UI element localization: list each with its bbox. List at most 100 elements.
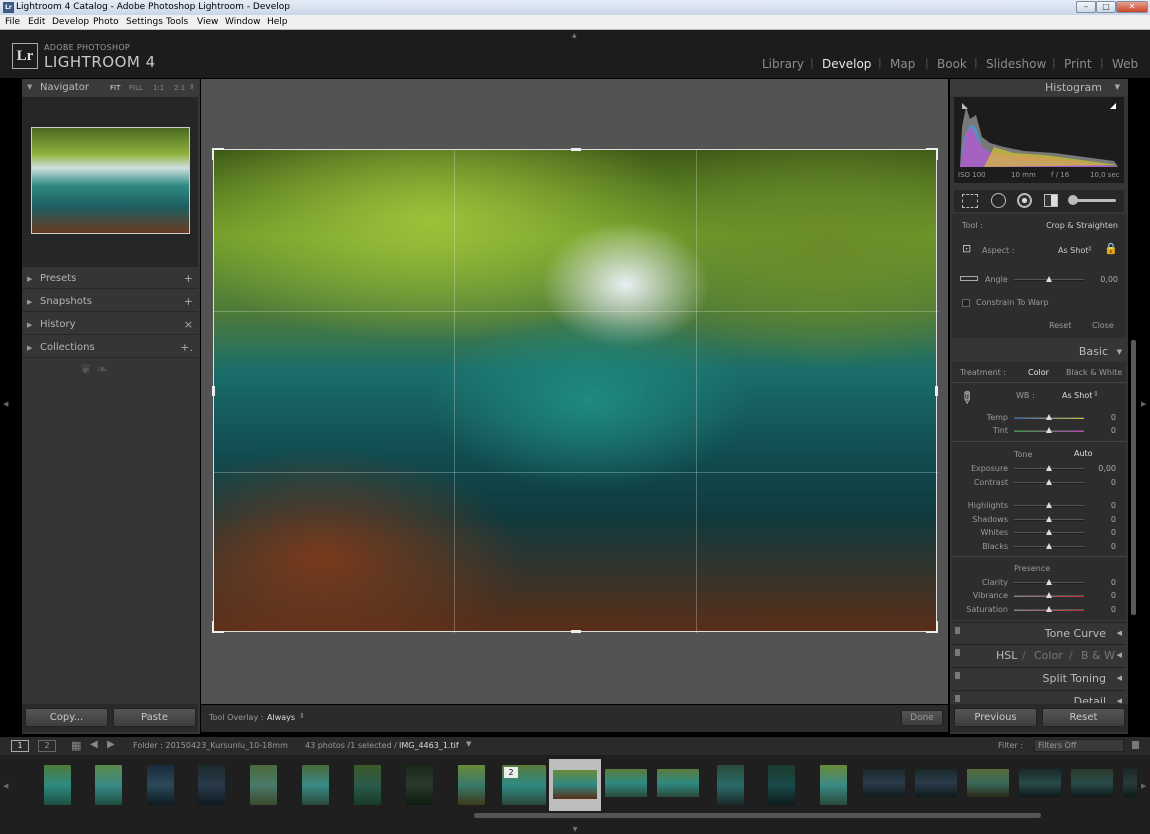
film-thumb[interactable] bbox=[458, 765, 485, 805]
red-eye-icon[interactable] bbox=[1017, 193, 1032, 208]
straighten-tool-icon[interactable] bbox=[960, 276, 978, 281]
graduated-filter-icon[interactable] bbox=[1044, 194, 1058, 207]
menu-window[interactable]: Window bbox=[225, 15, 261, 30]
copy-button[interactable]: Copy... bbox=[25, 708, 108, 727]
reset-button[interactable]: Reset bbox=[1042, 708, 1125, 727]
wb-eyedropper-icon[interactable]: ✎ bbox=[955, 386, 978, 409]
crop-frame-icon[interactable]: ⊡ bbox=[962, 242, 971, 255]
grid-view-icon[interactable]: ▦ bbox=[71, 739, 81, 752]
film-thumb[interactable] bbox=[250, 765, 277, 805]
tint-knob[interactable] bbox=[1046, 427, 1052, 433]
basic-collapse-icon[interactable]: ▼ bbox=[1117, 348, 1122, 356]
filename-dropdown-icon[interactable]: ▼ bbox=[466, 740, 471, 748]
menu-photo[interactable]: Photo bbox=[93, 15, 119, 30]
window-1-button[interactable]: 1 bbox=[11, 740, 29, 752]
collections-add-icon[interactable]: +. bbox=[180, 338, 193, 358]
filmstrip-scrollbar[interactable] bbox=[474, 813, 1041, 818]
main-photo[interactable] bbox=[212, 148, 938, 633]
film-thumb-selected-frame[interactable] bbox=[549, 759, 601, 811]
film-thumb[interactable] bbox=[967, 769, 1009, 797]
snapshots-add-icon[interactable]: + bbox=[184, 292, 193, 312]
collapse-right-icon[interactable]: ▶ bbox=[1141, 400, 1146, 408]
film-thumb[interactable]: 2 bbox=[502, 765, 546, 805]
exposure-knob[interactable] bbox=[1046, 465, 1052, 471]
film-thumb[interactable] bbox=[768, 765, 795, 805]
navigator-header[interactable]: ▼ Navigator FIT FILL 1:1 2:1 ⇕ bbox=[22, 79, 198, 97]
hsl-expand-icon[interactable]: ◀ bbox=[1117, 651, 1122, 659]
filmstrip-right-arrow-icon[interactable]: ▶ bbox=[1141, 782, 1146, 790]
window-2-button[interactable]: 2 bbox=[38, 740, 56, 752]
constrain-checkbox[interactable] bbox=[962, 299, 970, 307]
crop-close-button[interactable]: Close bbox=[1092, 321, 1114, 330]
tone-auto-button[interactable]: Auto bbox=[1074, 449, 1093, 458]
tool-overlay-select[interactable]: Always bbox=[267, 713, 295, 722]
highlights-knob[interactable] bbox=[1046, 502, 1052, 508]
selected-filename[interactable]: IMG_4463_1.tif bbox=[399, 741, 459, 750]
temp-knob[interactable] bbox=[1046, 414, 1052, 420]
collapse-top-icon[interactable]: ▲ bbox=[572, 32, 577, 39]
spot-removal-icon[interactable] bbox=[991, 193, 1006, 208]
film-thumb[interactable] bbox=[1123, 769, 1137, 797]
film-thumb[interactable] bbox=[198, 765, 225, 805]
tone-curve-header[interactable]: Tone Curve ◀ bbox=[952, 622, 1126, 643]
detail-expand-icon[interactable]: ◀ bbox=[1117, 697, 1122, 703]
crop-handle-left[interactable] bbox=[212, 386, 215, 396]
detail-toggle-icon[interactable] bbox=[955, 695, 960, 702]
menu-develop[interactable]: Develop bbox=[52, 15, 89, 30]
zoom-fit[interactable]: FIT bbox=[110, 84, 120, 92]
film-thumb[interactable] bbox=[406, 765, 433, 805]
zoom-2-1[interactable]: 2:1 bbox=[174, 84, 185, 92]
detail-header[interactable]: Detail ◀ bbox=[952, 690, 1126, 703]
module-slideshow[interactable]: Slideshow bbox=[986, 57, 1046, 71]
crop-handle-top[interactable] bbox=[571, 148, 581, 151]
hsl-toggle-icon[interactable] bbox=[955, 649, 960, 656]
aspect-lock-icon[interactable]: 🔒 bbox=[1104, 242, 1118, 255]
crop-handle-tl[interactable] bbox=[212, 148, 224, 160]
aspect-select[interactable]: As Shot bbox=[1058, 246, 1088, 255]
hsl-color-tab[interactable]: Color bbox=[1034, 649, 1063, 662]
close-window-icon[interactable]: ✕ bbox=[1116, 1, 1148, 13]
zoom-more-icon[interactable]: ⇕ bbox=[189, 83, 195, 91]
collapse-left-icon[interactable]: ◀ bbox=[3, 400, 8, 408]
presets-add-icon[interactable]: + bbox=[184, 269, 193, 289]
vibrance-knob[interactable] bbox=[1046, 592, 1052, 598]
module-web[interactable]: Web bbox=[1112, 57, 1138, 71]
presets-header[interactable]: ▶ Presets + bbox=[22, 269, 198, 289]
crop-handle-br[interactable] bbox=[926, 621, 938, 633]
wb-select[interactable]: As Shot bbox=[1062, 391, 1092, 400]
hsl-tab[interactable]: HSL bbox=[996, 649, 1017, 662]
film-thumb[interactable] bbox=[147, 765, 174, 805]
maximize-icon[interactable]: □ bbox=[1096, 1, 1116, 13]
split-toning-expand-icon[interactable]: ◀ bbox=[1117, 674, 1122, 682]
menu-view[interactable]: View bbox=[197, 15, 218, 30]
menu-edit[interactable]: Edit bbox=[28, 15, 45, 30]
split-toning-header[interactable]: Split Toning ◀ bbox=[952, 667, 1126, 688]
back-arrow-icon[interactable]: ◀ bbox=[90, 739, 98, 750]
history-header[interactable]: ▶ History × bbox=[22, 315, 198, 335]
film-thumb[interactable] bbox=[915, 769, 957, 797]
filmstrip-left-arrow-icon[interactable]: ◀ bbox=[3, 782, 8, 790]
clarity-knob[interactable] bbox=[1046, 579, 1052, 585]
snapshots-header[interactable]: ▶ Snapshots + bbox=[22, 292, 198, 312]
film-thumb[interactable] bbox=[717, 765, 744, 805]
histogram-collapse-icon[interactable]: ▼ bbox=[1115, 83, 1120, 91]
treatment-color[interactable]: Color bbox=[1028, 368, 1049, 377]
basic-header[interactable]: Basic ▼ bbox=[952, 342, 1126, 360]
wb-dropdown-icon[interactable]: ⇕ bbox=[1093, 390, 1099, 398]
whites-knob[interactable] bbox=[1046, 529, 1052, 535]
module-map[interactable]: Map bbox=[890, 57, 915, 71]
treatment-bw[interactable]: Black & White bbox=[1066, 368, 1122, 377]
module-print[interactable]: Print bbox=[1064, 57, 1092, 71]
crop-handle-bottom[interactable] bbox=[571, 630, 581, 633]
menu-tools[interactable]: Tools bbox=[166, 15, 188, 30]
collections-header[interactable]: ▶ Collections +. bbox=[22, 338, 198, 358]
film-thumb[interactable] bbox=[863, 769, 905, 797]
module-book[interactable]: Book bbox=[937, 57, 967, 71]
right-panel-scrollbar[interactable] bbox=[1131, 340, 1136, 615]
previous-button[interactable]: Previous bbox=[954, 708, 1037, 727]
module-library[interactable]: Library bbox=[762, 57, 804, 71]
film-thumb[interactable] bbox=[820, 765, 847, 805]
crop-reset-button[interactable]: Reset bbox=[1049, 321, 1071, 330]
menu-settings[interactable]: Settings bbox=[126, 15, 163, 30]
collapse-bottom-icon[interactable]: ▼ bbox=[0, 826, 1150, 834]
